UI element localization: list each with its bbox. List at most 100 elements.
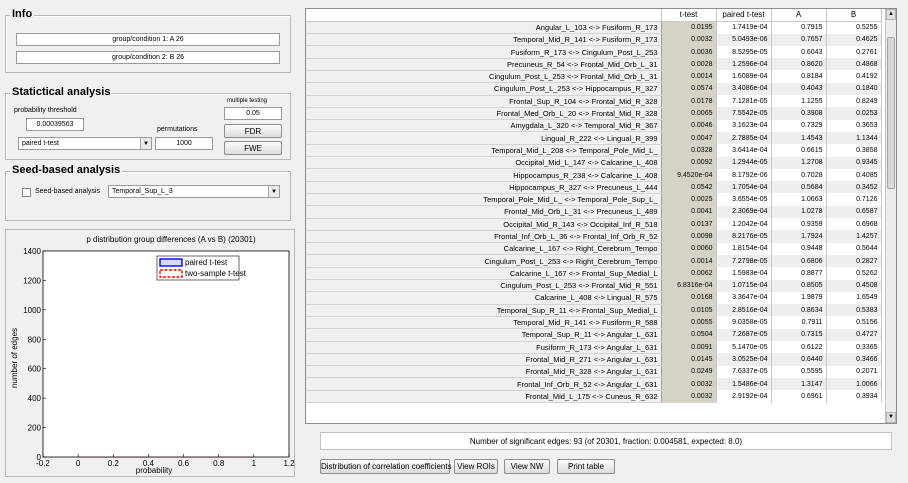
table-cell[interactable]: 0.6961 <box>771 390 827 403</box>
table-cell[interactable]: 0.4043 <box>771 82 827 96</box>
table-cell[interactable]: 0.0025 <box>661 193 717 206</box>
table-cell[interactable]: 0.8184 <box>771 70 827 83</box>
table-cell[interactable]: 0.6968 <box>826 218 882 231</box>
table-cell[interactable]: 0.0328 <box>661 144 717 157</box>
table-row[interactable]: Hippocampus_R_327 <-> Precuneus_L_444 0.0… <box>306 181 882 194</box>
table-cell[interactable]: 0.7315 <box>771 328 827 342</box>
table-row[interactable]: Frontal_Inf_Orb_L_36 <-> Frontal_Inf_Orb… <box>306 230 882 244</box>
table-row[interactable]: Calcarine_L_167 <-> Right_Cerebrum_Tempo… <box>306 242 882 256</box>
table-cell[interactable]: 7.2798e-05 <box>716 254 772 268</box>
table-cell[interactable]: 0.0046 <box>661 119 717 132</box>
table-cell[interactable]: 3.6414e-04 <box>716 144 772 157</box>
scrollbar-thumb[interactable] <box>887 37 895 189</box>
table-cell[interactable]: 0.5684 <box>771 181 827 194</box>
column-header[interactable]: paired t-test <box>716 9 772 22</box>
table-cell[interactable]: 0.2761 <box>826 45 882 59</box>
table-cell[interactable]: 0.0249 <box>661 365 717 378</box>
table-cell[interactable]: 1.2944e-05 <box>716 156 772 169</box>
table-row[interactable]: Fusiform_R_173 <-> Angular_L_631 0.0091 5.… <box>306 341 882 354</box>
table-cell[interactable]: 0.0032 <box>661 377 717 391</box>
table-cell[interactable]: 1.3147 <box>771 377 827 391</box>
table-cell[interactable]: 7.1281e-05 <box>716 95 772 108</box>
table-cell[interactable]: 2.8516e-04 <box>716 304 772 317</box>
table-cell[interactable]: 0.7915 <box>771 21 827 34</box>
table-row[interactable]: Temporal_Mid_L_208 <-> Temporal_Pole_Mid… <box>306 144 882 158</box>
table-row[interactable]: Occipital_Mid_R_143 <-> Occipital_Inf_R_… <box>306 218 882 231</box>
seed-based-checkbox[interactable] <box>22 188 31 197</box>
table-cell[interactable]: 0.0062 <box>661 267 717 280</box>
table-cell[interactable]: 0.6615 <box>771 144 827 157</box>
table-cell[interactable]: 1.8154e-04 <box>716 242 772 255</box>
table-cell[interactable]: 7.2687e-05 <box>716 328 772 342</box>
table-cell[interactable]: 1.9879 <box>771 291 827 305</box>
table-cell[interactable]: 0.0137 <box>661 218 717 231</box>
table-cell[interactable]: 0.3908 <box>771 107 827 120</box>
distribution-button[interactable]: Distribution of correlation coefficients <box>320 459 452 474</box>
table-cell[interactable]: 5.1470e-05 <box>716 341 772 354</box>
table-cell[interactable]: 0.0092 <box>661 156 717 169</box>
table-row[interactable]: Cingulum_Post_L_253 <-> Hippocampus_R_32… <box>306 82 882 96</box>
table-cell[interactable]: 0.4085 <box>826 168 882 182</box>
table-row[interactable]: Temporal_Sup_R_11 <-> Angular_L_631 0.050… <box>306 328 882 342</box>
table-cell[interactable]: 0.0091 <box>661 341 717 354</box>
table-cell[interactable]: 1.1255 <box>771 95 827 108</box>
table-cell[interactable]: 0.0178 <box>661 95 717 108</box>
column-header[interactable]: t-test <box>661 9 717 22</box>
table-cell[interactable]: 0.0060 <box>661 242 717 255</box>
table-cell[interactable]: 0.0036 <box>661 45 717 59</box>
table-cell[interactable]: 0.7329 <box>771 119 827 132</box>
table-cell[interactable]: 0.5255 <box>826 21 882 34</box>
table-cell[interactable]: 0.0065 <box>661 107 717 120</box>
table-cell[interactable]: 0.0098 <box>661 230 717 243</box>
table-row[interactable]: Calcarine_L_408 <-> Lingual_R_575 0.0168 3… <box>306 291 882 305</box>
table-cell[interactable]: 0.0105 <box>661 304 717 317</box>
table-cell[interactable]: 0.2827 <box>826 254 882 268</box>
table-row[interactable]: Cingulum_Post_L_253 <-> Frontal_Mid_Orb_… <box>306 70 882 84</box>
table-row[interactable]: Temporal_Sup_R_11 <-> Frontal_Sup_Medial… <box>306 304 882 317</box>
table-cell[interactable]: 3.1623e-04 <box>716 119 772 132</box>
table-cell[interactable]: 0.6122 <box>771 341 827 354</box>
table-cell[interactable]: 9.4520e-04 <box>661 168 717 182</box>
table-cell[interactable]: 0.8505 <box>771 279 827 292</box>
table-cell[interactable]: 2.3069e-04 <box>716 205 772 219</box>
table-row[interactable]: Calcarine_L_167 <-> Frontal_Sup_Medial_L… <box>306 267 882 281</box>
table-row[interactable]: Precuneus_R_54 <-> Frontal_Mid_Orb_L_31 0… <box>306 58 882 71</box>
table-row[interactable]: Fusiform_R_173 <-> Cingulum_Post_L_253 0.… <box>306 45 882 59</box>
seed-roi-select[interactable]: Temporal_Sup_L_3 ▼ <box>108 185 280 198</box>
table-cell[interactable]: 0.6806 <box>771 254 827 268</box>
table-cell[interactable]: 0.0047 <box>661 131 717 145</box>
table-cell[interactable]: 9.0358e-05 <box>716 316 772 329</box>
table-cell[interactable]: 1.6549 <box>826 291 882 305</box>
table-cell[interactable]: 1.4543 <box>771 131 827 145</box>
table-cell[interactable]: 1.2042e-04 <box>716 218 772 231</box>
table-cell[interactable]: 0.5262 <box>826 267 882 280</box>
table-cell[interactable]: 0.8877 <box>771 267 827 280</box>
table-cell[interactable]: 1.2596e-04 <box>716 58 772 71</box>
test-type-select[interactable]: paired t-test ▼ <box>18 137 152 150</box>
table-row[interactable]: Lingual_R_222 <-> Lingual_R_399 0.0047 2.7… <box>306 131 882 145</box>
permutations-input[interactable]: 1000 <box>155 137 213 150</box>
table-cell[interactable]: 0.5156 <box>826 316 882 329</box>
results-table[interactable]: t-test paired t-test A B Angular_L_103 <… <box>306 9 882 404</box>
table-row[interactable]: Frontal_Mid_R_271 <-> Angular_L_631 0.014… <box>306 353 882 367</box>
table-cell[interactable]: 1.7924 <box>771 230 827 243</box>
table-cell[interactable]: 0.0014 <box>661 254 717 268</box>
view-rois-button[interactable]: View ROIs <box>454 459 498 474</box>
table-cell[interactable]: 0.0574 <box>661 82 717 96</box>
table-row[interactable]: Temporal_Pole_Mid_L_ <-> Temporal_Pole_S… <box>306 193 882 207</box>
table-cell[interactable]: 1.0663 <box>771 193 827 206</box>
prob-threshold-input[interactable]: 0.00039563 <box>26 118 84 131</box>
table-cell[interactable]: 0.0032 <box>661 390 717 403</box>
table-row[interactable]: Cingulum_Post_L_253 <-> Frontal_Mid_R_55… <box>306 279 882 293</box>
table-cell[interactable]: 0.3466 <box>826 353 882 366</box>
table-cell[interactable]: 1.4257 <box>826 230 882 243</box>
table-cell[interactable]: 8.2176e-05 <box>716 230 772 243</box>
table-cell[interactable]: 3.3647e-04 <box>716 291 772 305</box>
table-row[interactable]: Frontal_Inf_Orb_R_52 <-> Angular_L_631 0.… <box>306 377 882 391</box>
table-row[interactable]: Temporal_Mid_R_141 <-> Fusiform_R_588 0.0… <box>306 316 882 330</box>
table-cell[interactable]: 0.2071 <box>826 365 882 378</box>
table-cell[interactable]: 0.3858 <box>826 144 882 157</box>
table-cell[interactable]: 5.0493e-06 <box>716 33 772 46</box>
table-cell[interactable]: 0.0542 <box>661 181 717 194</box>
table-cell[interactable]: 0.9359 <box>771 218 827 231</box>
